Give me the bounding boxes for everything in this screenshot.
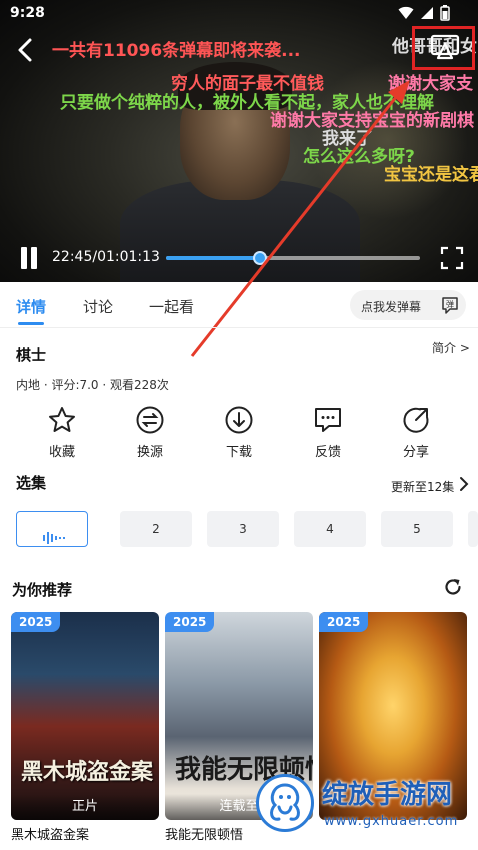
- swap-icon: [135, 405, 165, 435]
- poster-title-art: 黑木城盗金案: [21, 759, 154, 785]
- tab-discussion[interactable]: 讨论: [83, 296, 113, 317]
- tab-watch-together[interactable]: 一起看: [149, 296, 194, 317]
- refresh-icon[interactable]: [443, 577, 463, 597]
- tab-details[interactable]: 详情: [16, 296, 46, 317]
- send-danmaku-label: 点我发弹幕: [361, 300, 422, 314]
- chevron-right-icon[interactable]: [458, 476, 470, 492]
- year-badge: 2025: [165, 612, 215, 632]
- switch-source-label: 换源: [136, 445, 163, 460]
- status-tag: 正片: [11, 794, 159, 820]
- active-tab-indicator: [18, 322, 44, 325]
- episodes-more-link[interactable]: 更新至12集: [391, 478, 454, 495]
- episode-item-2[interactable]: 2: [120, 511, 192, 547]
- star-icon: [47, 405, 77, 435]
- feedback-icon: [313, 405, 343, 435]
- download-button[interactable]: 下载: [204, 405, 274, 460]
- svg-text:弹: 弹: [446, 299, 454, 309]
- detail-tabs: 详情 讨论 一起看 点我发弹幕 弹: [0, 282, 478, 328]
- watermark-logo-icon: [256, 774, 314, 832]
- year-badge: 2025: [319, 612, 369, 632]
- episode-item-4[interactable]: 4: [294, 511, 366, 547]
- feedback-button[interactable]: 反馈: [293, 405, 363, 460]
- download-icon: [224, 405, 254, 435]
- annotation-arrow: [190, 80, 410, 357]
- recommend-card[interactable]: 2025 黑木城盗金案 正片 黑木城盗金案: [11, 612, 159, 843]
- download-label: 下载: [225, 445, 252, 460]
- watermark-url: www.gxhuaer.com: [324, 814, 459, 829]
- playing-wave-icon: [43, 523, 65, 544]
- show-title: 棋士: [16, 346, 47, 364]
- episode-list: 2 3 4 5: [16, 511, 478, 547]
- share-icon: [401, 405, 431, 435]
- episode-item-partial[interactable]: [468, 511, 478, 547]
- send-danmaku-button[interactable]: 点我发弹幕 弹: [350, 290, 466, 320]
- feedback-label: 反馈: [314, 445, 341, 460]
- switch-source-button[interactable]: 换源: [115, 405, 185, 460]
- favorite-label: 收藏: [48, 445, 75, 460]
- episodes-heading: 选集: [16, 474, 47, 492]
- danmu-icon: 弹: [440, 295, 460, 315]
- year-badge: 2025: [11, 612, 61, 632]
- watermark-name: 绽放手游网: [322, 780, 453, 810]
- share-label: 分享: [402, 445, 429, 460]
- favorite-button[interactable]: 收藏: [27, 405, 97, 460]
- show-meta: 内地 · 评分:7.0 · 观看228次: [16, 378, 169, 392]
- intro-link[interactable]: 简介 >: [432, 339, 470, 356]
- share-button[interactable]: 分享: [381, 405, 451, 460]
- poster-image: 2025 黑木城盗金案 正片: [11, 612, 159, 820]
- episode-item-5[interactable]: 5: [381, 511, 453, 547]
- episode-item-3[interactable]: 3: [207, 511, 279, 547]
- episode-item-1[interactable]: [16, 511, 88, 547]
- card-title: 黑木城盗金案: [11, 828, 90, 843]
- recommend-heading: 为你推荐: [12, 581, 73, 599]
- site-watermark: 绽放手游网 www.gxhuaer.com: [250, 768, 478, 850]
- action-row: 收藏 换源 下载 反馈 分享: [0, 405, 478, 465]
